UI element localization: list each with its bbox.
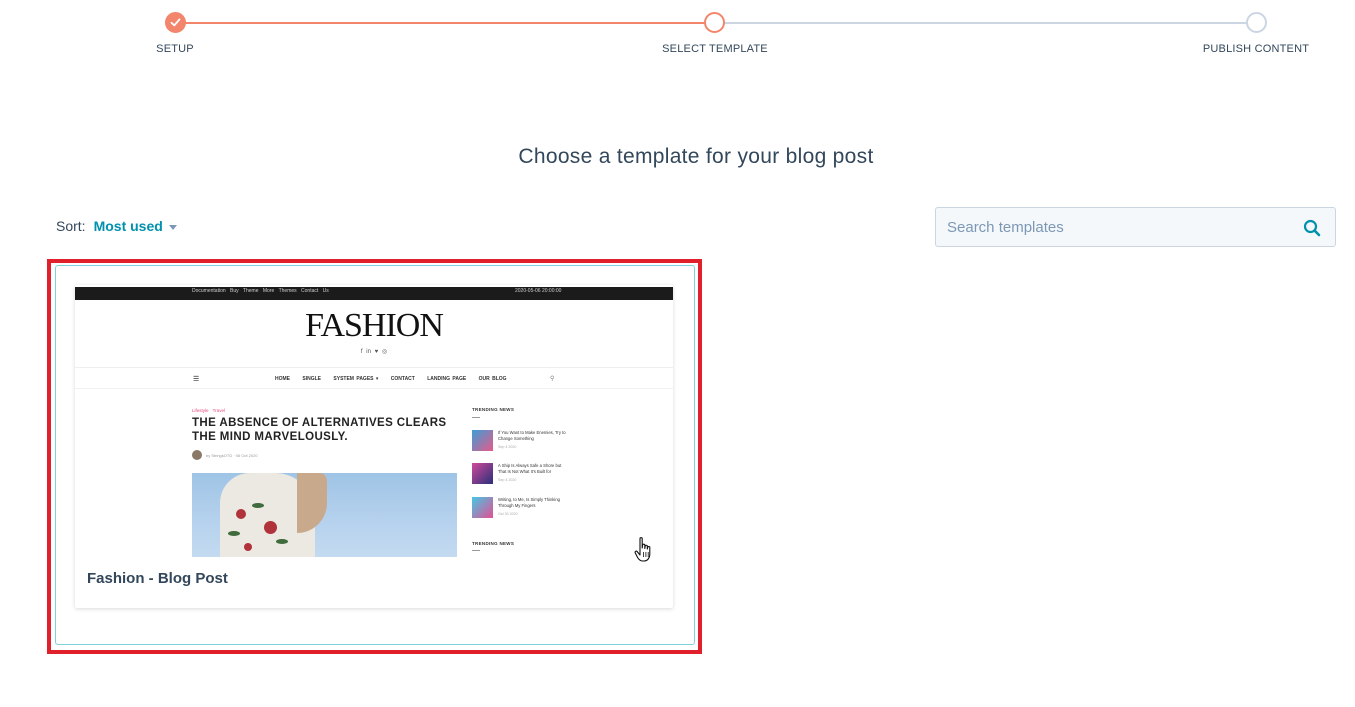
preview-nav-item: LANDING PAGE — [427, 376, 467, 382]
step-publish-content-label[interactable]: PUBLISH CONTENT — [1203, 43, 1309, 55]
step-select-template-label[interactable]: SELECT TEMPLATE — [662, 43, 768, 55]
search-icon[interactable] — [1303, 219, 1321, 237]
preview-sidebar-text: Writing, to Me, Is Simply Thinking Throu… — [498, 497, 560, 516]
preview-arm-shape — [297, 473, 327, 533]
stepper-line-complete — [175, 22, 715, 24]
preview-sidebar-text: If You Want to Make Enemies, Try to Chan… — [498, 430, 566, 449]
stepper-line-remaining — [715, 22, 1256, 24]
preview-sidebar-rule — [472, 550, 480, 551]
template-card[interactable]: Documentation Buy Theme More Themes Cont… — [75, 285, 673, 608]
preview-sidebar-item: A Ship Is Always Safe a Shore but That I… — [472, 463, 572, 489]
search-box — [935, 207, 1336, 247]
hand-cursor-icon — [634, 537, 651, 562]
sort-dropdown[interactable]: Most used — [94, 218, 163, 234]
preview-leaf — [276, 539, 288, 544]
preview-hero-image — [192, 473, 457, 557]
preview-divider — [75, 367, 673, 368]
preview-sidebar-item: If You Want to Make Enemies, Try to Chan… — [472, 430, 572, 456]
step-setup-label[interactable]: SETUP — [156, 43, 194, 55]
template-preview[interactable]: Documentation Buy Theme More Themes Cont… — [75, 285, 673, 557]
preview-leaf — [228, 531, 240, 536]
preview-flower — [236, 509, 246, 519]
preview-logo: FASHION — [305, 307, 444, 344]
preview-divider — [75, 388, 673, 389]
preview-flower — [264, 521, 277, 534]
preview-nav: HOME SINGLE SYSTEM PAGES ▾ CONTACT LANDI… — [275, 376, 517, 382]
preview-author-line: by StringsOTD · 06 Oct 2020 — [206, 453, 258, 458]
preview-nav-item: HOME — [275, 376, 290, 382]
preview-top-date: 2020-05-06 20:00:00 — [515, 288, 562, 294]
step-setup-dot[interactable] — [165, 12, 186, 33]
preview-sidebar-text: A Ship Is Always Safe a Shore but That I… — [498, 463, 562, 482]
preview-social-icons: f in ♥ ◎ — [360, 349, 388, 355]
hamburger-menu-icon: ☰ — [193, 376, 200, 383]
preview-sidebar-title-2: TRENDING NEWS — [472, 541, 515, 546]
preview-nav-item: OUR BLOG — [478, 376, 507, 382]
preview-sidebar-item: Writing, to Me, Is Simply Thinking Throu… — [472, 497, 572, 523]
step-publish-content-dot[interactable] — [1246, 12, 1267, 33]
preview-headline: THE ABSENCE OF ALTERNATIVES CLEARS THE M… — [192, 417, 447, 443]
search-input[interactable] — [936, 208, 1296, 246]
step-select-template-dot[interactable] — [704, 12, 725, 33]
preview-search-icon: ⚲ — [550, 376, 555, 382]
preview-author-avatar — [192, 450, 202, 460]
progress-stepper: SETUP SELECT TEMPLATE PUBLISH CONTENT — [0, 0, 1355, 70]
preview-sidebar-thumb — [472, 430, 493, 451]
preview-nav-item: SINGLE — [302, 376, 322, 382]
preview-sidebar-rule — [472, 417, 480, 418]
sort-control: Sort: Most used — [56, 218, 177, 234]
page-title: Choose a template for your blog post — [518, 145, 874, 168]
preview-sidebar-thumb — [472, 463, 493, 484]
preview-categories: Lifestyle Travel — [192, 408, 226, 413]
sort-label: Sort: — [56, 218, 86, 234]
caret-down-icon[interactable] — [168, 224, 177, 230]
preview-sidebar-title: TRENDING NEWS — [472, 407, 515, 412]
preview-nav-item: SYSTEM PAGES ▾ — [333, 376, 379, 382]
preview-top-links: Documentation Buy Theme More Themes Cont… — [192, 288, 329, 294]
preview-top-bar — [75, 287, 673, 300]
preview-sidebar-thumb — [472, 497, 493, 518]
preview-leaf — [252, 503, 264, 508]
preview-nav-item: CONTACT — [390, 376, 415, 382]
checkmark-icon — [170, 18, 181, 27]
template-name[interactable]: Fashion - Blog Post — [87, 570, 228, 587]
preview-flower — [244, 543, 252, 551]
